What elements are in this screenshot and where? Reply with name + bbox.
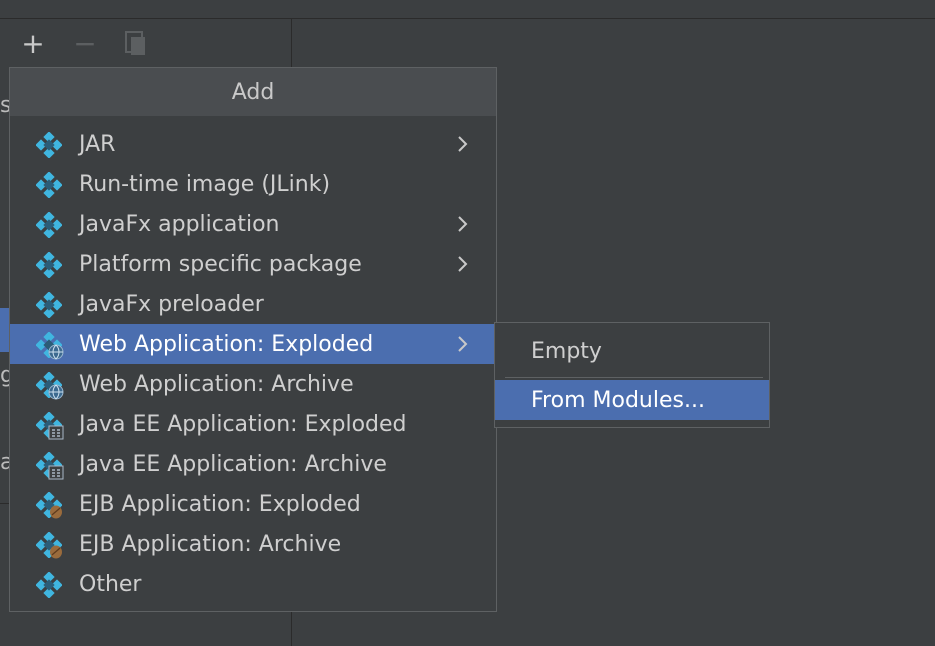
menu-item-label: Java EE Application: Archive xyxy=(79,451,387,477)
artifact-icon xyxy=(35,171,63,199)
popup-title: Add xyxy=(10,68,496,116)
add-artifact-popup: Add JAR Run-time image (JLink) JavaFx ap… xyxy=(9,67,497,612)
artifact-icon xyxy=(35,131,63,159)
menu-item-java-ee-application-archive[interactable]: Java EE Application: Archive xyxy=(10,444,496,484)
menu-item-other[interactable]: Other xyxy=(10,564,496,604)
menu-item-jar[interactable]: JAR xyxy=(10,124,496,164)
menu-item-web-application-exploded[interactable]: Web Application: Exploded xyxy=(10,324,496,364)
menu-item-java-ee-application-exploded[interactable]: Java EE Application: Exploded xyxy=(10,404,496,444)
menu-item-platform-specific-package[interactable]: Platform specific package xyxy=(10,244,496,284)
web-artifact-icon xyxy=(35,331,64,360)
plus-icon[interactable]: + xyxy=(14,28,52,60)
menu-item-run-time-image-jlink[interactable]: Run-time image (JLink) xyxy=(10,164,496,204)
chevron-right-icon xyxy=(456,334,470,354)
menu-item-label: Platform specific package xyxy=(79,251,362,277)
web-artifact-icon xyxy=(35,371,64,400)
chevron-right-icon xyxy=(456,254,470,274)
menu-item-label: EJB Application: Exploded xyxy=(79,491,361,517)
minus-icon[interactable]: − xyxy=(66,28,104,60)
menu-item-label: Web Application: Exploded xyxy=(79,331,374,357)
chevron-right-icon xyxy=(456,214,470,234)
menu-item-label: JavaFx preloader xyxy=(79,291,264,317)
menu-item-label: Web Application: Archive xyxy=(79,371,354,397)
artifact-icon xyxy=(35,571,63,599)
javaee-artifact-icon xyxy=(35,411,64,440)
submenu-item-from-modules[interactable]: From Modules... xyxy=(495,380,769,420)
submenu-separator xyxy=(505,377,763,378)
javaee-artifact-icon xyxy=(35,451,64,480)
menu-item-label: JAR xyxy=(79,131,116,157)
menu-item-label: Java EE Application: Exploded xyxy=(79,411,407,437)
menu-item-label: EJB Application: Archive xyxy=(79,531,342,557)
menu-item-label: JavaFx application xyxy=(79,211,280,237)
copy-button[interactable] xyxy=(118,28,156,60)
artifact-type-menu: JAR Run-time image (JLink) JavaFx applic… xyxy=(10,116,496,604)
menu-item-ejb-application-archive[interactable]: EJB Application: Archive xyxy=(10,524,496,564)
artifact-icon xyxy=(35,251,63,279)
menu-item-label: Other xyxy=(79,571,142,597)
artifacts-toolbar: + − xyxy=(14,28,156,60)
menu-item-ejb-application-exploded[interactable]: EJB Application: Exploded xyxy=(10,484,496,524)
artifact-icon xyxy=(35,291,63,319)
menu-item-label: Run-time image (JLink) xyxy=(79,171,331,197)
submenu-item-label: Empty xyxy=(531,338,602,364)
menu-item-web-application-archive[interactable]: Web Application: Archive xyxy=(10,364,496,404)
top-divider xyxy=(0,18,935,19)
submenu-item-label: From Modules... xyxy=(531,387,705,413)
menu-item-javafx-preloader[interactable]: JavaFx preloader xyxy=(10,284,496,324)
artifact-icon xyxy=(35,211,63,239)
submenu-item-empty[interactable]: Empty xyxy=(495,331,769,371)
menu-item-javafx-application[interactable]: JavaFx application xyxy=(10,204,496,244)
web-exploded-submenu: Empty From Modules... xyxy=(494,322,770,428)
ejb-artifact-icon xyxy=(35,491,63,519)
ejb-artifact-icon xyxy=(35,531,63,559)
chevron-right-icon xyxy=(456,134,470,154)
copy-icon xyxy=(125,31,149,57)
